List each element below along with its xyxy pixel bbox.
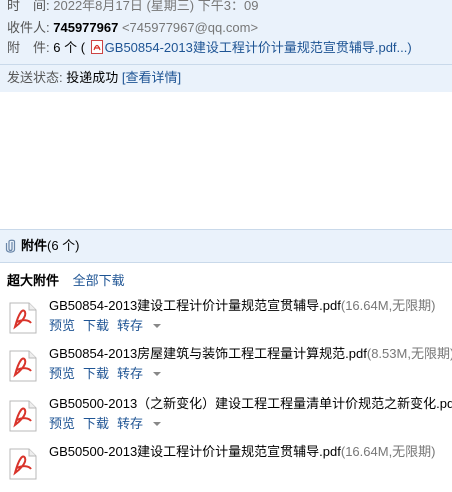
file-name[interactable]: GB50500-2013（之新变化）建设工程工程量清单计价规范之新变化.pdf [49, 396, 452, 411]
file-name[interactable]: GB50854-2013房屋建筑与装饰工程工程量计算规范.pdf [49, 346, 367, 361]
file-name-row: GB50500-2013建设工程计价计量规范宣贯辅导.pdf(16.64M,无限… [49, 442, 436, 462]
attachment-item[interactable]: GB50854-2013房屋建筑与装饰工程工程量计算规范.pdf(8.53M,无… [0, 346, 452, 394]
file-name-row: GB50854-2013房屋建筑与装饰工程工程量计算规范.pdf(8.53M,无… [49, 344, 452, 364]
header-divider [0, 64, 452, 65]
pdf-icon [90, 40, 103, 54]
pdf-file-icon [9, 400, 37, 432]
attachments-count: 6 个 ( [53, 40, 86, 55]
save-to-label: 转存 [117, 366, 144, 381]
preview-button[interactable]: 预览 [49, 366, 75, 381]
recipient-label: 收件人: [7, 20, 50, 35]
attachments-title: 附件(6 个) [21, 230, 80, 262]
time-label: 时 间: [7, 0, 50, 13]
time-value: 2022年8月17日 (星期三) 下午3：09 [53, 0, 259, 13]
status-row: 发送状态: 投递成功 [查看详情] [7, 68, 181, 88]
save-to-button[interactable]: 转存 [117, 318, 162, 333]
attachment-item[interactable]: GB50500-2013建设工程计价计量规范宣贯辅导.pdf(16.64M,无限… [0, 444, 452, 492]
recipient-row: 收件人: 745977967 <745977967@qq.com> [7, 18, 258, 38]
save-to-button[interactable]: 转存 [117, 366, 162, 381]
status-label: 发送状态: [7, 70, 63, 85]
preview-button[interactable]: 预览 [49, 318, 75, 333]
attachment-item[interactable]: GB50854-2013建设工程计价计量规范宣贯辅导.pdf(16.64M,无限… [0, 298, 452, 346]
chevron-down-icon [153, 372, 162, 376]
save-to-label: 转存 [117, 416, 144, 431]
file-actions: 预览 下载 转存 [49, 316, 169, 336]
chevron-down-icon [153, 324, 162, 328]
attachment-item[interactable]: GB50500-2013（之新变化）建设工程工程量清单计价规范之新变化.pdf … [0, 396, 452, 444]
big-attachments-row: 超大附件 全部下载 [7, 271, 125, 291]
file-name-row: GB50500-2013（之新变化）建设工程工程量清单计价规范之新变化.pdf [49, 394, 452, 414]
file-meta: (8.53M,无限期) [366, 346, 452, 361]
file-meta: (16.64M,无限期) [340, 444, 436, 459]
attachments-link[interactable]: GB50854-2013建设工程计价计量规范宣贯辅导.pdf...) [105, 40, 412, 55]
status-value: 投递成功 [66, 70, 119, 85]
chevron-down-icon [153, 422, 162, 426]
pdf-file-icon [9, 350, 37, 382]
attachments-label: 附 件: [7, 40, 50, 55]
pdf-file-icon [9, 448, 37, 480]
file-actions: 预览 下载 转存 [49, 414, 169, 434]
file-name-row: GB50854-2013建设工程计价计量规范宣贯辅导.pdf(16.64M,无限… [49, 296, 436, 316]
attachments-title-text: 附件 [21, 238, 48, 253]
attachments-title-count: (6 个) [47, 238, 80, 253]
attachments-row: 附 件: 6 个 ( GB50854-2013建设工程计价计量规范宣贯辅导.pd… [7, 38, 412, 58]
save-to-label: 转存 [117, 318, 144, 333]
recipient-email: <745977967@qq.com> [121, 20, 259, 35]
save-to-button[interactable]: 转存 [117, 416, 162, 431]
file-name[interactable]: GB50854-2013建设工程计价计量规范宣贯辅导.pdf [49, 298, 341, 313]
preview-button[interactable]: 预览 [49, 416, 75, 431]
paperclip-icon [5, 239, 16, 253]
status-detail-link[interactable]: [查看详情] [122, 70, 181, 85]
mail-header: 时 间: 2022年8月17日 (星期三) 下午3：09 收件人: 745977… [0, 0, 452, 92]
file-name[interactable]: GB50500-2013建设工程计价计量规范宣贯辅导.pdf [49, 444, 341, 459]
file-actions: 预览 下载 转存 [49, 364, 169, 384]
download-all-link[interactable]: 全部下载 [73, 273, 125, 288]
attachments-bar: 附件(6 个) [0, 229, 452, 263]
pdf-file-icon [9, 302, 37, 334]
recipient-name[interactable]: 745977967 [53, 20, 118, 35]
time-row: 时 间: 2022年8月17日 (星期三) 下午3：09 [7, 0, 258, 16]
file-meta: (16.64M,无限期) [340, 298, 436, 313]
download-button[interactable]: 下载 [83, 366, 109, 381]
download-button[interactable]: 下载 [83, 416, 109, 431]
big-attachments-label: 超大附件 [7, 273, 60, 288]
download-button[interactable]: 下载 [83, 318, 109, 333]
